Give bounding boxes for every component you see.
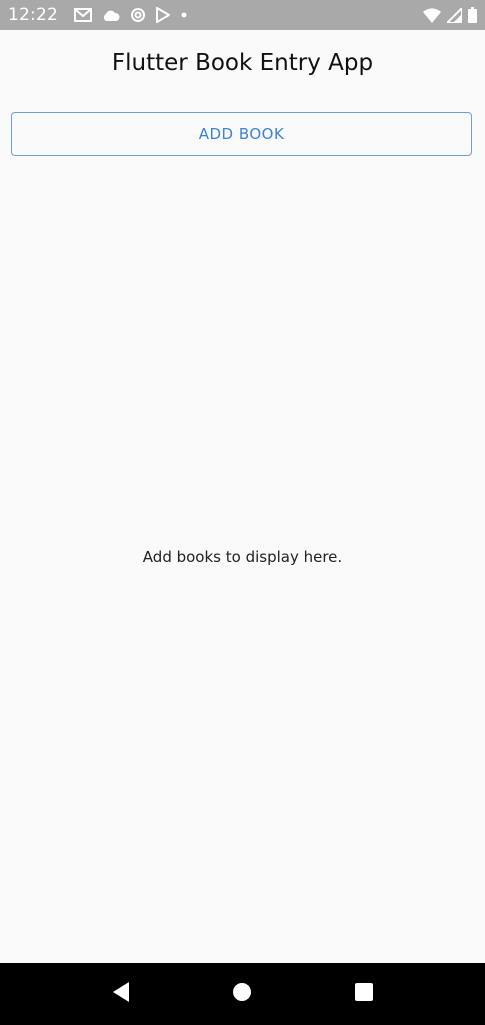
status-right: [423, 7, 477, 23]
sync-icon: [130, 7, 146, 23]
recents-button[interactable]: [344, 974, 384, 1014]
play-store-icon: [156, 7, 170, 23]
status-time: 12:22: [8, 5, 58, 25]
back-button[interactable]: [101, 974, 141, 1014]
home-button[interactable]: [222, 974, 262, 1014]
status-bar: 12:22: [0, 0, 485, 30]
signal-icon: [447, 7, 462, 23]
page-title: Flutter Book Entry App: [111, 50, 374, 76]
back-icon: [111, 981, 131, 1007]
cloud-icon: [102, 9, 120, 22]
battery-icon: [468, 7, 477, 23]
status-left: 12:22: [8, 5, 188, 25]
dot-icon: [180, 11, 188, 19]
navigation-bar: [0, 963, 485, 1025]
empty-list-message: Add books to display here.: [142, 548, 343, 566]
wifi-icon: [423, 7, 441, 23]
recents-icon: [354, 982, 374, 1006]
add-book-button[interactable]: ADD BOOK: [11, 112, 472, 156]
home-icon: [232, 982, 252, 1006]
gmail-icon: [74, 8, 92, 22]
